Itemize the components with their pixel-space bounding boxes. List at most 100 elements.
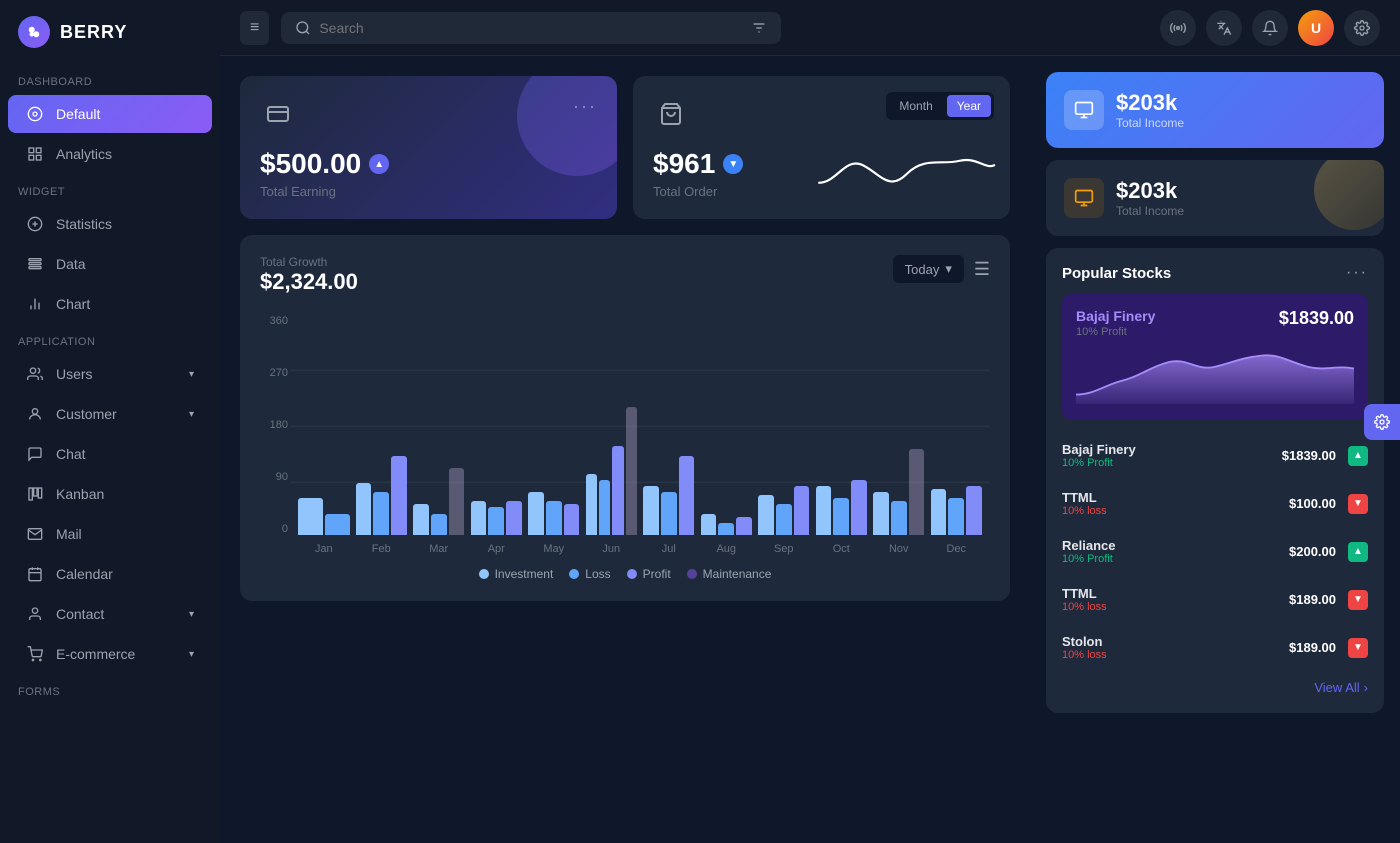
bar-group-jan — [298, 498, 350, 535]
sidebar-item-label: Chart — [56, 296, 90, 312]
wallet-icon — [260, 96, 296, 132]
bar-group-apr — [471, 501, 523, 535]
x-label-apr: Apr — [471, 543, 523, 555]
statistics-icon — [26, 215, 44, 233]
stock-change: 10% loss — [1062, 505, 1107, 517]
investment-bar — [873, 492, 889, 535]
income-info-dark: $203k Total Income — [1116, 178, 1184, 218]
x-label-aug: Aug — [701, 543, 753, 555]
calendar-icon — [26, 565, 44, 583]
chart-icon — [26, 295, 44, 313]
menu-button[interactable]: ≡ — [240, 11, 269, 45]
sidebar-item-users[interactable]: Users ▾ — [8, 355, 212, 393]
kanban-icon — [26, 485, 44, 503]
income-info-blue: $203k Total Income — [1116, 90, 1184, 130]
order-value: $961 ▼ — [653, 148, 990, 180]
notification-button[interactable] — [1252, 10, 1288, 46]
stock-info: TTML10% loss — [1062, 490, 1107, 517]
investment-bar — [643, 486, 659, 535]
view-all-link[interactable]: View All › — [1314, 680, 1368, 695]
search-input[interactable] — [319, 20, 743, 36]
avatar[interactable]: U — [1298, 10, 1334, 46]
sidebar-item-label: Statistics — [56, 216, 112, 232]
dashboard-section-label: Dashboard — [0, 64, 220, 94]
investment-bar — [758, 495, 774, 535]
stocks-menu-icon[interactable]: ··· — [1346, 264, 1368, 282]
users-icon — [26, 365, 44, 383]
profit-bar — [506, 501, 522, 535]
profit-bar — [679, 456, 695, 535]
search-bar — [281, 12, 781, 44]
filter-icon[interactable] — [751, 20, 767, 36]
sidebar-item-data[interactable]: Data — [8, 245, 212, 283]
settings-button[interactable] — [1344, 10, 1380, 46]
stock-trend-badge: ▲ — [1348, 446, 1368, 466]
sidebar-item-label: Chat — [56, 446, 86, 462]
dropdown-icon: ▾ — [945, 261, 952, 277]
sidebar-item-ecommerce[interactable]: E-commerce ▾ — [8, 635, 212, 673]
stock-name: TTML — [1062, 586, 1107, 601]
sidebar-item-calendar[interactable]: Calendar — [8, 555, 212, 593]
sidebar-item-kanban[interactable]: Kanban — [8, 475, 212, 513]
income-amount-dark: $203k — [1116, 178, 1184, 204]
bar-chart — [290, 315, 990, 535]
x-label-sep: Sep — [758, 543, 810, 555]
sidebar-item-customer[interactable]: Customer ▾ — [8, 395, 212, 433]
stock-info: TTML10% loss — [1062, 586, 1107, 613]
income-amount-blue: $203k — [1116, 90, 1184, 116]
floating-settings-button[interactable] — [1364, 404, 1400, 440]
application-section-label: Application — [0, 324, 220, 354]
cards-row: ··· $500.00 ▲ Total Earning Month Year — [240, 76, 1010, 219]
x-label-jun: Jun — [586, 543, 638, 555]
legend-profit: Profit — [627, 567, 671, 581]
translate-button[interactable] — [1206, 10, 1242, 46]
y-label-90: 90 — [260, 471, 288, 483]
sidebar-item-label: Mail — [56, 526, 82, 542]
stock-change: 10% Profit — [1062, 457, 1136, 469]
stock-name: Reliance — [1062, 538, 1115, 553]
sidebar-item-contact[interactable]: Contact ▾ — [8, 595, 212, 633]
growth-chart-card: Total Growth $2,324.00 Today ▾ ☰ — [240, 235, 1010, 601]
x-label-dec: Dec — [931, 543, 983, 555]
sidebar-item-label: Data — [56, 256, 86, 272]
profit-bar — [391, 456, 407, 535]
investment-bar — [471, 501, 487, 535]
bar-group-oct — [816, 480, 868, 535]
sidebar-item-statistics[interactable]: Statistics — [8, 205, 212, 243]
earning-card: ··· $500.00 ▲ Total Earning — [240, 76, 617, 219]
y-label-270: 270 — [260, 367, 288, 379]
stock-name: Bajaj Finery — [1062, 442, 1136, 457]
contact-icon — [26, 605, 44, 623]
stock-value: $189.00 — [1289, 592, 1336, 607]
investment-bar — [816, 486, 832, 535]
investment-bar — [413, 504, 429, 535]
stock-row-1: TTML10% loss$100.00▼ — [1062, 480, 1368, 528]
stock-chart — [1076, 346, 1354, 406]
chart-menu-icon[interactable]: ☰ — [974, 259, 990, 280]
logo[interactable]: BERRY — [0, 0, 220, 64]
sidebar-item-chat[interactable]: Chat — [8, 435, 212, 473]
bar-group-jul — [643, 456, 695, 535]
analytics-icon — [26, 145, 44, 163]
maintenance-dot — [687, 569, 697, 579]
profit-bar — [736, 517, 752, 535]
view-all-section: View All › — [1062, 679, 1368, 697]
broadcast-button[interactable] — [1160, 10, 1196, 46]
right-panel: $203k Total Income $203k Total Income Po… — [1030, 56, 1400, 843]
content-area: ··· $500.00 ▲ Total Earning Month Year — [220, 56, 1400, 843]
sidebar-item-chart[interactable]: Chart — [8, 285, 212, 323]
sidebar-item-label: Analytics — [56, 146, 112, 162]
sidebar-item-label: Calendar — [56, 566, 113, 582]
sidebar-item-mail[interactable]: Mail — [8, 515, 212, 553]
income-icon-dark — [1064, 178, 1104, 218]
sidebar-item-label: Customer — [56, 406, 117, 422]
bar-group-nov — [873, 449, 925, 535]
stock-change: 10% loss — [1062, 601, 1107, 613]
sidebar-item-default[interactable]: Default — [8, 95, 212, 133]
today-button[interactable]: Today ▾ — [893, 255, 964, 283]
loss-bar — [373, 492, 389, 535]
earning-label: Total Earning — [260, 184, 597, 199]
chevron-icon: ▾ — [189, 609, 194, 620]
sidebar-item-analytics[interactable]: Analytics — [8, 135, 212, 173]
maintenance-bar — [909, 449, 925, 535]
